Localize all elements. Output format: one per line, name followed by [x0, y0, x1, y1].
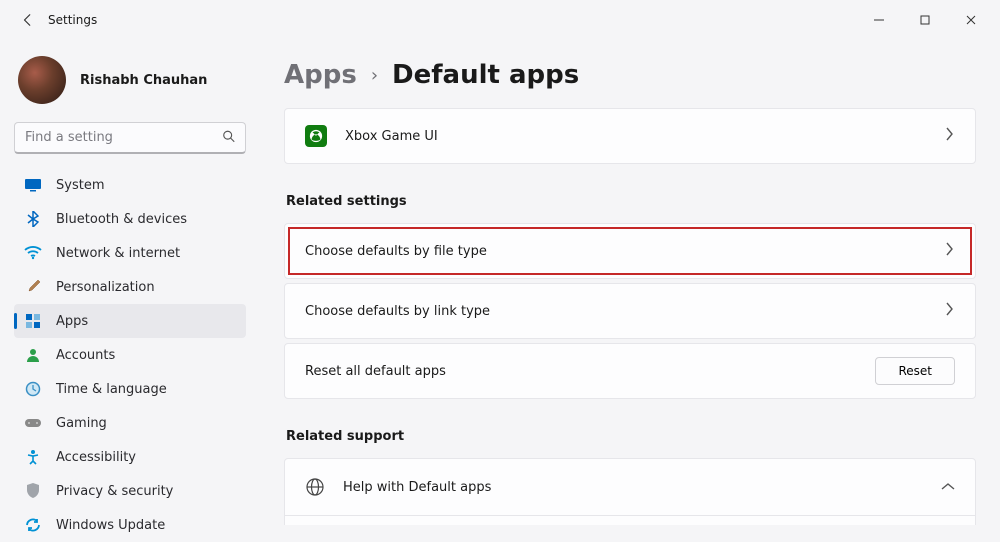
sidebar-item-gaming[interactable]: Gaming	[14, 406, 246, 440]
sidebar-item-update[interactable]: Windows Update	[14, 508, 246, 542]
sidebar-item-label: Accounts	[56, 348, 115, 363]
accessibility-icon	[24, 448, 42, 466]
sidebar-item-label: System	[56, 178, 104, 193]
sidebar: Rishabh Chauhan System Bluetooth & devic…	[0, 40, 260, 525]
breadcrumb: Apps › Default apps	[284, 60, 976, 90]
close-button[interactable]	[948, 4, 994, 36]
help-label: Help with Default apps	[343, 480, 491, 495]
minimize-button[interactable]	[856, 4, 902, 36]
brush-icon	[24, 278, 42, 296]
breadcrumb-parent[interactable]: Apps	[284, 60, 357, 90]
chevron-right-icon	[945, 127, 955, 145]
system-icon	[24, 176, 42, 194]
help-card: Help with Default apps Learn about Contr…	[284, 458, 976, 525]
sidebar-item-system[interactable]: System	[14, 168, 246, 202]
search-input[interactable]	[14, 122, 246, 154]
card-label: Choose defaults by file type	[305, 244, 487, 259]
reset-button[interactable]: Reset	[875, 357, 955, 385]
chevron-right-icon	[945, 242, 955, 260]
sidebar-item-label: Windows Update	[56, 518, 165, 533]
globe-icon	[305, 477, 325, 497]
app-entry-label: Xbox Game UI	[345, 129, 438, 144]
sidebar-item-privacy[interactable]: Privacy & security	[14, 474, 246, 508]
clock-icon	[24, 380, 42, 398]
sidebar-item-label: Gaming	[56, 416, 107, 431]
main-content: Apps › Default apps Xbox Game UI Related…	[260, 40, 1000, 525]
sidebar-item-label: Personalization	[56, 280, 155, 295]
section-title-related-settings: Related settings	[286, 194, 976, 209]
sidebar-item-label: Bluetooth & devices	[56, 212, 187, 227]
sidebar-item-personalization[interactable]: Personalization	[14, 270, 246, 304]
person-icon	[24, 346, 42, 364]
sidebar-item-label: Time & language	[56, 382, 167, 397]
profile-name: Rishabh Chauhan	[80, 73, 207, 88]
wifi-icon	[24, 244, 42, 262]
chevron-right-icon: ›	[371, 65, 378, 86]
sidebar-item-bluetooth[interactable]: Bluetooth & devices	[14, 202, 246, 236]
card-defaults-by-file-type[interactable]: Choose defaults by file type	[284, 223, 976, 279]
arrow-left-icon	[21, 13, 35, 27]
card-label: Reset all default apps	[305, 364, 446, 379]
maximize-button[interactable]	[902, 4, 948, 36]
minimize-icon	[874, 15, 884, 25]
search-field[interactable]	[14, 122, 246, 154]
apps-icon	[24, 312, 42, 330]
shield-icon	[24, 482, 42, 500]
gamepad-icon	[24, 414, 42, 432]
card-defaults-by-link-type[interactable]: Choose defaults by link type	[284, 283, 976, 339]
update-icon	[24, 516, 42, 534]
back-button[interactable]	[18, 10, 38, 30]
sidebar-item-label: Apps	[56, 314, 88, 329]
help-expand-toggle[interactable]: Help with Default apps	[285, 459, 975, 515]
page-title: Default apps	[392, 60, 579, 90]
search-icon	[222, 129, 236, 148]
profile[interactable]: Rishabh Chauhan	[18, 56, 242, 104]
card-reset-defaults: Reset all default apps Reset	[284, 343, 976, 399]
sidebar-item-label: Network & internet	[56, 246, 180, 261]
maximize-icon	[920, 15, 930, 25]
window-title: Settings	[48, 13, 97, 27]
titlebar: Settings	[0, 0, 1000, 40]
app-entry-xbox-game-ui[interactable]: Xbox Game UI	[284, 108, 976, 164]
bluetooth-icon	[24, 210, 42, 228]
sidebar-item-label: Privacy & security	[56, 484, 173, 499]
sidebar-item-network[interactable]: Network & internet	[14, 236, 246, 270]
chevron-up-icon	[941, 480, 955, 495]
chevron-right-icon	[945, 302, 955, 320]
nav-list: System Bluetooth & devices Network & int…	[14, 168, 246, 542]
sidebar-item-accessibility[interactable]: Accessibility	[14, 440, 246, 474]
sidebar-item-time[interactable]: Time & language	[14, 372, 246, 406]
close-icon	[966, 15, 976, 25]
card-label: Choose defaults by link type	[305, 304, 490, 319]
sidebar-item-label: Accessibility	[56, 450, 136, 465]
xbox-icon	[305, 125, 327, 147]
sidebar-item-apps[interactable]: Apps	[14, 304, 246, 338]
avatar	[18, 56, 66, 104]
section-title-related-support: Related support	[286, 429, 976, 444]
sidebar-item-accounts[interactable]: Accounts	[14, 338, 246, 372]
